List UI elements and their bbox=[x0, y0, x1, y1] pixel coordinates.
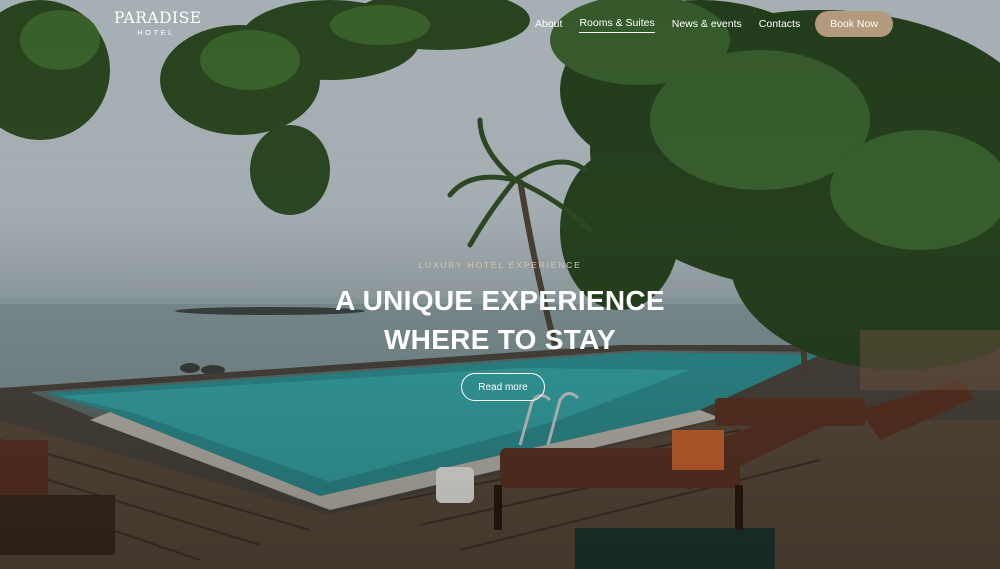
hero-headline: A UNIQUE EXPERIENCE WHERE TO STAY bbox=[0, 281, 1000, 359]
nav-item-contacts[interactable]: Contacts bbox=[759, 18, 800, 33]
main-nav: About Rooms & Suites News & events Conta… bbox=[535, 17, 817, 33]
hero-kicker: LUXURY HOTEL EXPERIENCE bbox=[418, 260, 582, 270]
nav-item-rooms-suites[interactable]: Rooms & Suites bbox=[579, 17, 655, 33]
read-more-button[interactable]: Read more bbox=[461, 373, 545, 401]
book-now-button[interactable]: Book Now bbox=[815, 11, 893, 37]
hero-headline-line-1: A UNIQUE EXPERIENCE bbox=[335, 285, 665, 316]
brand-logo[interactable]: PARADISE HOTEL bbox=[114, 9, 202, 37]
hero-section: PARADISE HOTEL About Rooms & Suites News… bbox=[0, 0, 1000, 569]
brand-subtitle: HOTEL bbox=[137, 28, 175, 37]
nav-item-news-events[interactable]: News & events bbox=[672, 18, 742, 33]
nav-item-about[interactable]: About bbox=[535, 18, 562, 33]
hero-headline-line-2: WHERE TO STAY bbox=[383, 324, 617, 355]
brand-name: PARADISE bbox=[114, 9, 202, 27]
